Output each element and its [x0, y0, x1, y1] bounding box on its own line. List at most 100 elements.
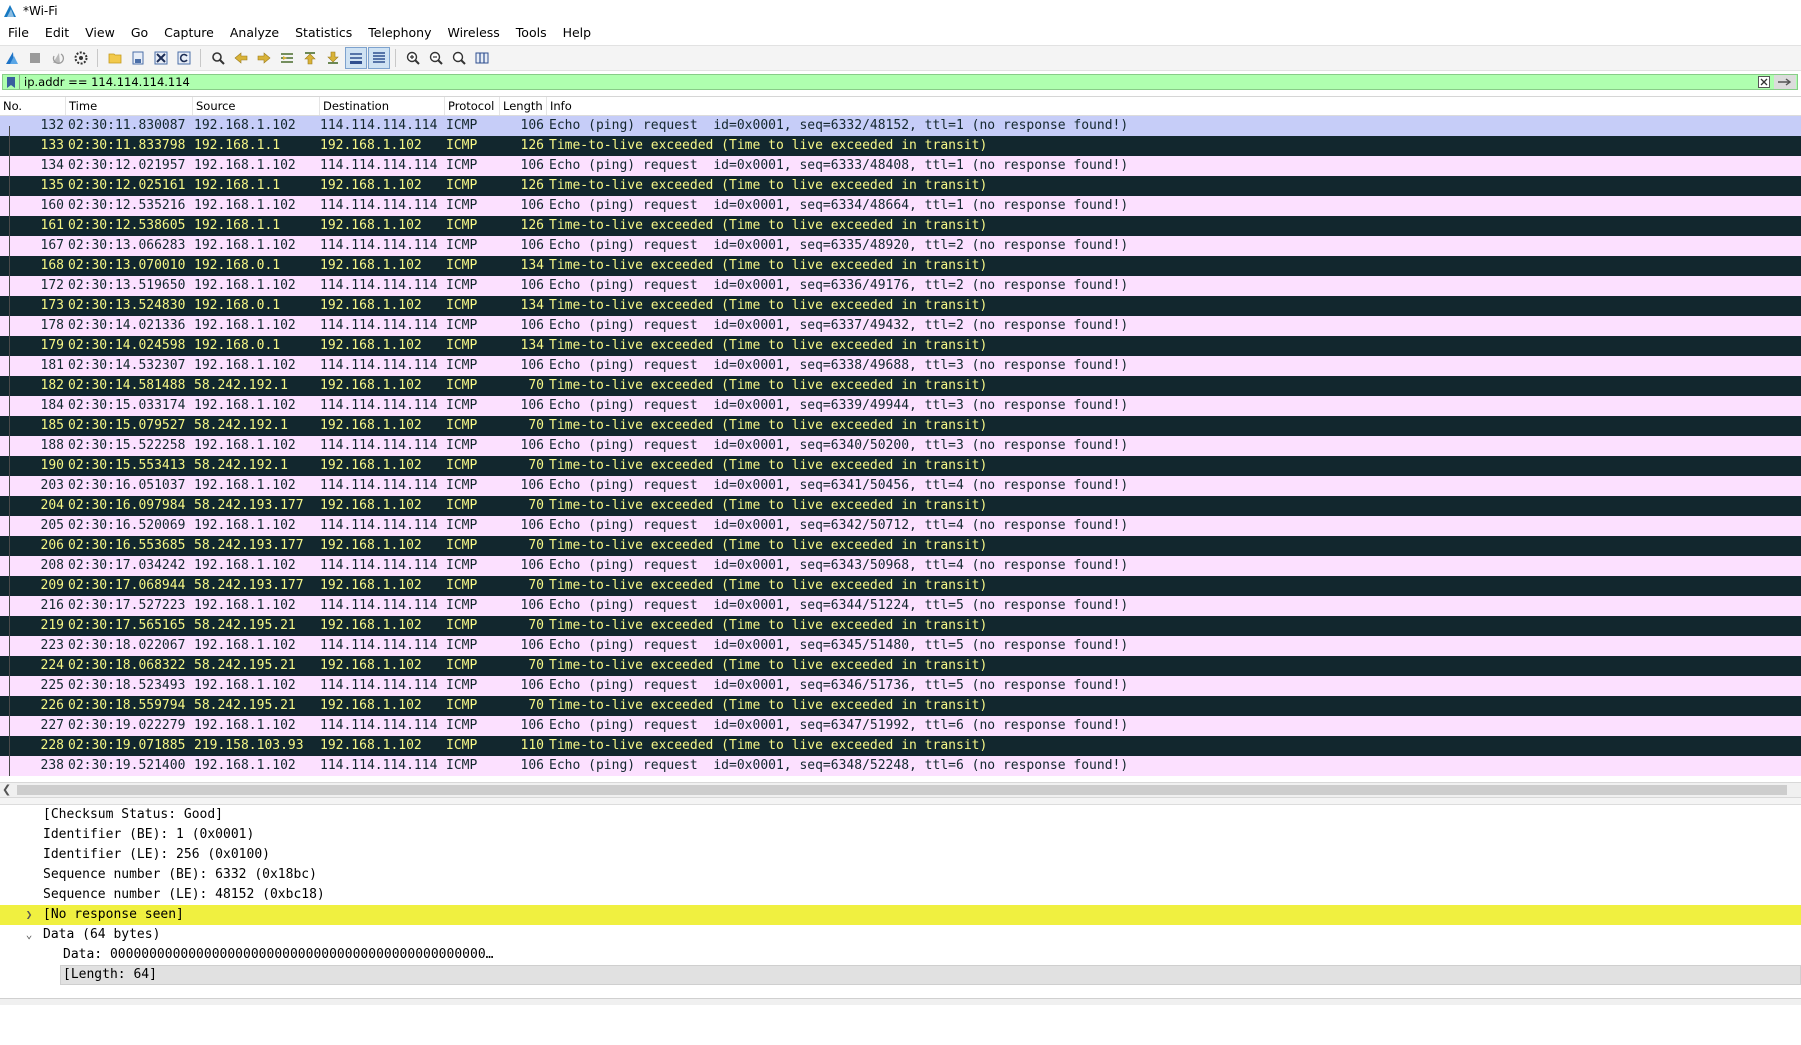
packet-row[interactable]: 161 02:30:12.538605 192.168.1.1 192.168.1.1… [0, 216, 1801, 236]
go-forward-button[interactable] [254, 48, 274, 68]
close-file-button[interactable] [151, 48, 171, 68]
packet-row[interactable]: 203 02:30:16.051037 192.168.1.102 114.114.1… [0, 476, 1801, 496]
auto-scroll-button[interactable] [344, 47, 367, 69]
column-header-destination[interactable]: Destination [320, 97, 445, 115]
packet-row[interactable]: 219 02:30:17.565165 58.242.195.21 192.168.1… [0, 616, 1801, 636]
packet-protocol: ICMP [446, 678, 478, 693]
packet-row[interactable]: 216 02:30:17.527223 192.168.1.102 114.114.1… [0, 596, 1801, 616]
restart-capture-button[interactable] [48, 48, 68, 68]
packet-row[interactable]: 133 02:30:11.833798 192.168.1.1 192.168.1.1… [0, 136, 1801, 156]
packet-info: Time-to-live exceeded (Time to live exce… [549, 378, 988, 393]
reload-file-button[interactable] [174, 48, 194, 68]
packet-row[interactable]: 134 02:30:12.021957 192.168.1.102 114.114.1… [0, 156, 1801, 176]
packet-row[interactable]: 160 02:30:12.535216 192.168.1.102 114.114.1… [0, 196, 1801, 216]
packet-info: Echo (ping) request id=0x0001, seq=6347/… [549, 718, 1129, 733]
column-header-length[interactable]: Length [500, 97, 547, 115]
packet-length: 134 [520, 298, 544, 313]
menu-help[interactable]: Help [555, 22, 600, 44]
column-header-no[interactable]: No. [0, 97, 66, 115]
column-header-info[interactable]: Info [547, 97, 1801, 115]
detail-sequence-be[interactable]: Sequence number (BE): 6332 (0x18bc) [0, 865, 1801, 885]
save-file-button[interactable] [128, 48, 148, 68]
menu-analyze[interactable]: Analyze [222, 22, 287, 44]
packet-row[interactable]: 209 02:30:17.068944 58.242.193.177 192.168.… [0, 576, 1801, 596]
packet-row[interactable]: 208 02:30:17.034242 192.168.1.102 114.114.1… [0, 556, 1801, 576]
detail-data-value[interactable]: Data: 0000000000000000000000000000000000… [0, 945, 1801, 965]
go-back-button[interactable] [231, 48, 251, 68]
packet-row[interactable]: 173 02:30:13.524830 192.168.0.1 192.168.1.1… [0, 296, 1801, 316]
packet-list-horizontal-scrollbar[interactable]: ❮ [0, 782, 1801, 798]
packet-row[interactable]: 167 02:30:13.066283 192.168.1.102 114.114.1… [0, 236, 1801, 256]
detail-checksum-status[interactable]: [Checksum Status: Good] [0, 805, 1801, 825]
display-filter-input[interactable] [20, 75, 1756, 89]
packet-row[interactable]: 184 02:30:15.033174 192.168.1.102 114.114.1… [0, 396, 1801, 416]
normal-size-button[interactable] [449, 48, 469, 68]
packet-row[interactable]: 226 02:30:18.559794 58.242.195.21 192.168.1… [0, 696, 1801, 716]
menu-capture[interactable]: Capture [156, 22, 222, 44]
zoom-in-button[interactable] [403, 48, 423, 68]
packet-row[interactable]: 185 02:30:15.079527 58.242.192.1 192.168.1.… [0, 416, 1801, 436]
capture-options-button[interactable] [71, 48, 91, 68]
go-to-last-packet-button[interactable] [323, 48, 343, 68]
packet-row[interactable]: 182 02:30:14.581488 58.242.192.1 192.168.1.… [0, 376, 1801, 396]
packet-row[interactable]: 204 02:30:16.097984 58.242.193.177 192.168.… [0, 496, 1801, 516]
packet-row[interactable]: 206 02:30:16.553685 58.242.193.177 192.168.… [0, 536, 1801, 556]
zoom-out-button[interactable] [426, 48, 446, 68]
stop-capture-button[interactable] [25, 48, 45, 68]
go-to-first-packet-button[interactable] [300, 48, 320, 68]
start-capture-button[interactable] [2, 48, 22, 68]
scrollbar-thumb[interactable] [17, 785, 1787, 795]
open-file-button[interactable] [105, 48, 125, 68]
packet-row[interactable]: 238 02:30:19.521400 192.168.1.102 114.114.1… [0, 756, 1801, 776]
menu-view[interactable]: View [77, 22, 123, 44]
menu-edit[interactable]: Edit [37, 22, 77, 44]
packet-row[interactable]: 168 02:30:13.070010 192.168.0.1 192.168.1.1… [0, 256, 1801, 276]
packet-row[interactable]: 190 02:30:15.553413 58.242.192.1 192.168.1.… [0, 456, 1801, 476]
packet-destination: 192.168.1.102 [320, 658, 422, 673]
menu-file[interactable]: File [0, 22, 37, 44]
packet-row[interactable]: 227 02:30:19.022279 192.168.1.102 114.114.1… [0, 716, 1801, 736]
packet-destination: 114.114.114.114 [320, 318, 438, 333]
detail-no-response[interactable]: ❯ [No response seen] [0, 905, 1801, 925]
chevron-down-icon[interactable]: ⌄ [23, 925, 35, 945]
packet-row[interactable]: 132 02:30:11.830087 192.168.1.102 114.114.1… [0, 116, 1801, 136]
packet-row[interactable]: 225 02:30:18.523493 192.168.1.102 114.114.1… [0, 676, 1801, 696]
colorize-button[interactable] [367, 47, 390, 69]
column-header-source[interactable]: Source [193, 97, 320, 115]
packet-row[interactable]: 181 02:30:14.532307 192.168.1.102 114.114.1… [0, 356, 1801, 376]
detail-identifier-be[interactable]: Identifier (BE): 1 (0x0001) [0, 825, 1801, 845]
menu-statistics[interactable]: Statistics [287, 22, 360, 44]
menu-tools[interactable]: Tools [508, 22, 555, 44]
packet-row[interactable]: 172 02:30:13.519650 192.168.1.102 114.114.1… [0, 276, 1801, 296]
packet-info: Echo (ping) request id=0x0001, seq=6340/… [549, 438, 1129, 453]
column-header-protocol[interactable]: Protocol [445, 97, 500, 115]
packet-row[interactable]: 205 02:30:16.520069 192.168.1.102 114.114.1… [0, 516, 1801, 536]
pane-splitter[interactable] [0, 798, 1801, 805]
go-to-packet-button[interactable] [277, 48, 297, 68]
packet-time: 02:30:18.068322 [68, 658, 186, 673]
packet-row[interactable]: 135 02:30:12.025161 192.168.1.1 192.168.1.1… [0, 176, 1801, 196]
column-header-time[interactable]: Time [66, 97, 193, 115]
apply-filter-button[interactable] [1774, 75, 1796, 89]
resize-columns-button[interactable] [472, 48, 492, 68]
detail-sequence-le[interactable]: Sequence number (LE): 48152 (0xbc18) [0, 885, 1801, 905]
packet-row[interactable]: 179 02:30:14.024598 192.168.0.1 192.168.1.1… [0, 336, 1801, 356]
filter-bookmark-button[interactable] [3, 75, 20, 89]
menu-wireless[interactable]: Wireless [439, 22, 507, 44]
menu-go[interactable]: Go [123, 22, 156, 44]
packet-row[interactable]: 223 02:30:18.022067 192.168.1.102 114.114.1… [0, 636, 1801, 656]
clear-filter-button[interactable] [1756, 75, 1772, 89]
packet-row[interactable]: 188 02:30:15.522258 192.168.1.102 114.114.1… [0, 436, 1801, 456]
find-packet-button[interactable] [208, 48, 228, 68]
detail-data-length[interactable]: [Length: 64] [0, 965, 1801, 985]
detail-identifier-le[interactable]: Identifier (LE): 256 (0x0100) [0, 845, 1801, 865]
packet-row[interactable]: 178 02:30:14.021336 192.168.1.102 114.114.1… [0, 316, 1801, 336]
menu-telephony[interactable]: Telephony [360, 22, 439, 44]
packet-row[interactable]: 228 02:30:19.071885 219.158.103.93 192.168.… [0, 736, 1801, 756]
packet-source: 58.242.195.21 [194, 698, 296, 713]
packet-source: 58.242.192.1 [194, 378, 288, 393]
chevron-right-icon[interactable]: ❯ [23, 905, 35, 925]
detail-data-section[interactable]: ⌄ Data (64 bytes) [0, 925, 1801, 945]
scroll-left-arrow-icon[interactable]: ❮ [2, 784, 14, 796]
packet-row[interactable]: 224 02:30:18.068322 58.242.195.21 192.168.1… [0, 656, 1801, 676]
